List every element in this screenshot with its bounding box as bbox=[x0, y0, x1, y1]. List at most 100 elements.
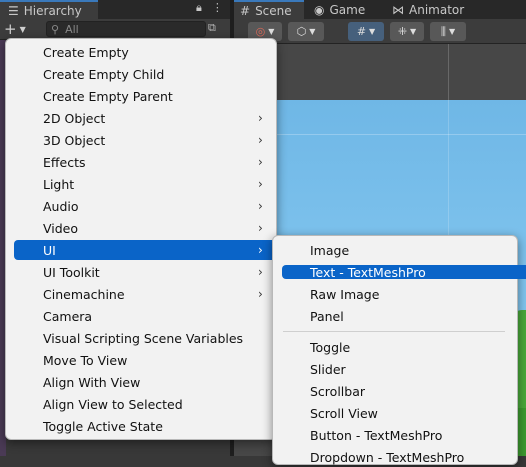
menu-item-visual-scripting-scene-variables[interactable]: Visual Scripting Scene Variables bbox=[12, 328, 301, 348]
menu-item-raw-image[interactable]: Raw Image bbox=[281, 284, 526, 304]
menu-item-label: Video bbox=[43, 220, 79, 236]
menu-item-toggle[interactable]: Toggle bbox=[281, 337, 526, 357]
menu-item-label: Align With View bbox=[43, 374, 141, 390]
plus-icon: + bbox=[4, 20, 17, 38]
tab-game-label: Game bbox=[329, 2, 366, 17]
chevron-down-icon: ▼ bbox=[410, 27, 417, 36]
menu-item-label: Visual Scripting Scene Variables bbox=[43, 330, 244, 346]
orientation-button[interactable]: ⬡ ▼ bbox=[288, 22, 324, 41]
chevron-right-icon: › bbox=[258, 155, 263, 169]
snap-icon: ⁜ bbox=[397, 25, 408, 38]
menu-item-label: Audio bbox=[43, 198, 79, 214]
menu-item-label: Image bbox=[310, 242, 350, 258]
menu-item-ui[interactable]: UI › bbox=[14, 240, 299, 260]
menu-item-label: Slider bbox=[310, 361, 346, 377]
menu-item-toggle-active-state[interactable]: Toggle Active State bbox=[12, 416, 301, 436]
tab-game[interactable]: ◉ Game bbox=[308, 0, 378, 19]
menu-item-label: Raw Image bbox=[310, 286, 380, 302]
menu-item-cinemachine[interactable]: Cinemachine › bbox=[12, 284, 301, 304]
tab-scene[interactable]: # Scene bbox=[234, 0, 304, 19]
menu-item-label: Create Empty Child bbox=[43, 66, 165, 82]
menu-item-audio[interactable]: Audio › bbox=[12, 196, 301, 216]
shading-icon: ◎ bbox=[255, 25, 266, 38]
menu-item-label: Create Empty bbox=[43, 44, 129, 60]
chevron-down-icon: ▼ bbox=[369, 27, 376, 36]
gizmo-icon: ⫼ bbox=[440, 24, 446, 38]
chevron-right-icon: › bbox=[258, 111, 263, 125]
menu-item-image[interactable]: Image bbox=[281, 240, 526, 260]
menu-item-label: Move To View bbox=[43, 352, 128, 368]
menu-item-label: Dropdown - TextMeshPro bbox=[310, 449, 465, 465]
grid-snap-button[interactable]: # ▼ bbox=[348, 22, 384, 41]
menu-item-label: Toggle bbox=[310, 339, 351, 355]
chevron-right-icon: › bbox=[258, 133, 263, 147]
menu-item-3d-object[interactable]: 3D Object › bbox=[12, 130, 301, 150]
menu-item-scrollbar[interactable]: Scrollbar bbox=[281, 381, 526, 401]
snap-settings-button[interactable]: ⁜ ▼ bbox=[390, 22, 424, 41]
gizmo-toggle-button[interactable]: ⫼ ▼ bbox=[430, 22, 466, 41]
create-object-menu: Create Empty Create Empty Child Create E… bbox=[5, 38, 299, 440]
menu-item-slider[interactable]: Slider bbox=[281, 359, 526, 379]
menu-item-move-to-view[interactable]: Move To View bbox=[12, 350, 301, 370]
ui-submenu: Image Text - TextMeshPro Raw Image Panel… bbox=[272, 235, 526, 465]
menu-item-light[interactable]: Light › bbox=[12, 174, 301, 194]
search-filter-icon[interactable]: ⧉ bbox=[208, 21, 226, 37]
chevron-down-icon: ▼ bbox=[448, 27, 456, 36]
menu-item-2d-object[interactable]: 2D Object › bbox=[12, 108, 301, 128]
animator-icon: ⋈ bbox=[392, 2, 404, 17]
menu-item-create-empty-child[interactable]: Create Empty Child bbox=[12, 64, 301, 84]
menu-item-scroll-view[interactable]: Scroll View bbox=[281, 403, 526, 423]
grid-snap-icon: # bbox=[356, 25, 367, 38]
menu-item-label: Toggle Active State bbox=[43, 418, 163, 434]
chevron-down-icon: ▼ bbox=[19, 24, 26, 34]
tab-scene-label: Scene bbox=[255, 3, 292, 18]
menu-item-label: Light bbox=[43, 176, 75, 192]
cube-icon: ⬡ bbox=[296, 25, 307, 38]
menu-item-align-view-to-selected[interactable]: Align View to Selected bbox=[12, 394, 301, 414]
tab-animator[interactable]: ⋈ Animator bbox=[386, 0, 478, 19]
menu-item-ui-toolkit[interactable]: UI Toolkit › bbox=[12, 262, 301, 282]
gamepad-icon: ◉ bbox=[314, 2, 325, 17]
menu-item-label: Cinemachine bbox=[43, 286, 125, 302]
menu-item-create-empty[interactable]: Create Empty bbox=[12, 42, 301, 62]
menu-item-label: Panel bbox=[310, 308, 344, 324]
menu-item-label: Button - TextMeshPro bbox=[310, 427, 443, 443]
menu-item-label: Camera bbox=[43, 308, 93, 324]
menu-item-video[interactable]: Video › bbox=[12, 218, 301, 238]
chevron-right-icon: › bbox=[258, 199, 263, 213]
menu-item-button-textmeshpro[interactable]: Button - TextMeshPro bbox=[281, 425, 526, 445]
chevron-right-icon: › bbox=[258, 287, 263, 301]
menu-item-label: 2D Object bbox=[43, 110, 106, 126]
grid-icon: # bbox=[240, 3, 251, 18]
chevron-right-icon: › bbox=[258, 243, 263, 257]
menu-item-text-textmeshpro[interactable]: Text - TextMeshPro bbox=[282, 264, 526, 280]
menu-item-panel[interactable]: Panel bbox=[281, 306, 526, 326]
lock-icon[interactable]: 🔒︎ bbox=[196, 1, 202, 17]
menu-item-align-with-view[interactable]: Align With View bbox=[12, 372, 301, 392]
menu-item-dropdown-textmeshpro[interactable]: Dropdown - TextMeshPro bbox=[281, 447, 526, 467]
menu-item-label: UI Toolkit bbox=[43, 264, 100, 280]
menu-item-label: Create Empty Parent bbox=[43, 88, 173, 104]
menu-item-label: Text - TextMeshPro bbox=[310, 264, 426, 280]
chevron-down-icon: ▼ bbox=[268, 27, 275, 36]
search-icon: ⚲ bbox=[51, 22, 60, 36]
hierarchy-panel-controls: 🔒︎ ⋮ bbox=[196, 1, 226, 17]
list-icon: ☰ bbox=[8, 3, 19, 18]
chevron-down-icon: ▼ bbox=[309, 27, 316, 36]
hierarchy-search-input[interactable]: ⚲ All bbox=[46, 21, 206, 37]
menu-item-label: Scrollbar bbox=[310, 383, 365, 399]
chevron-right-icon: › bbox=[258, 221, 263, 235]
more-options-icon[interactable]: ⋮ bbox=[212, 1, 223, 17]
menu-item-label: 3D Object bbox=[43, 132, 106, 148]
tab-hierarchy[interactable]: ☰ Hierarchy bbox=[0, 0, 98, 19]
chevron-right-icon: › bbox=[258, 177, 263, 191]
menu-separator bbox=[283, 331, 505, 332]
menu-item-create-empty-parent[interactable]: Create Empty Parent bbox=[12, 86, 301, 106]
tab-hierarchy-label: Hierarchy bbox=[23, 3, 82, 18]
menu-item-effects[interactable]: Effects › bbox=[12, 152, 301, 172]
menu-item-label: Effects bbox=[43, 154, 86, 170]
menu-item-camera[interactable]: Camera bbox=[12, 306, 301, 326]
menu-item-label: Scroll View bbox=[310, 405, 378, 421]
chevron-right-icon: › bbox=[258, 265, 263, 279]
add-object-button[interactable]: + ▼ bbox=[4, 20, 36, 38]
